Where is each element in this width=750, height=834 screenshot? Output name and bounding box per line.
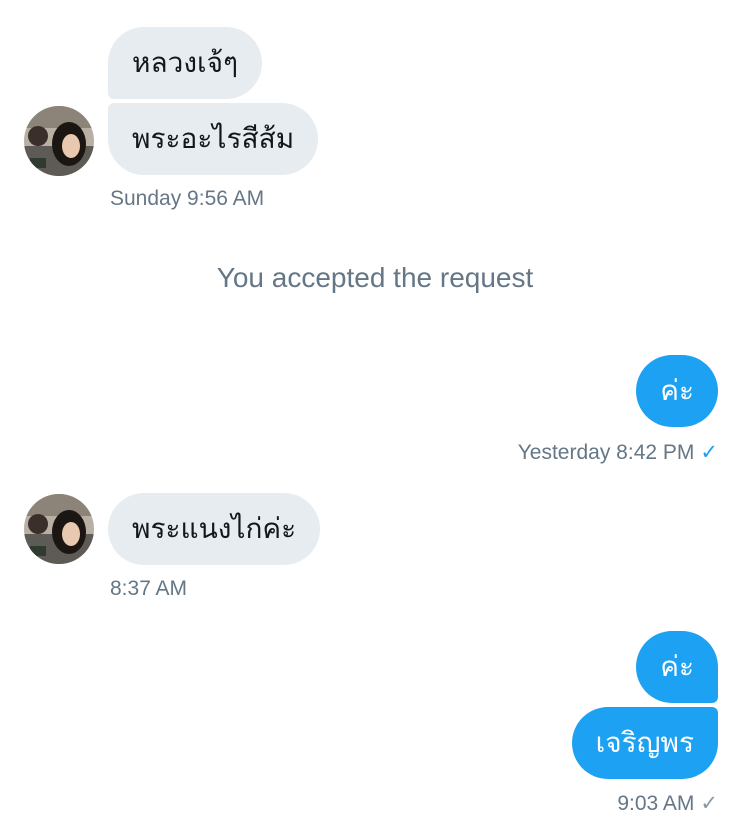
contact-avatar[interactable] [24,106,94,176]
message-timestamp: Yesterday 8:42 PM [517,441,695,464]
incoming-message-bubble[interactable]: พระอะไรสีส้ม [108,103,319,175]
incoming-message-bubble[interactable]: พระแนงไก่ค่ะ [108,493,321,565]
message-timestamp-row: Yesterday 8:42 PM ✓ [518,440,718,465]
message-timestamp-row: 9:03 AM ✓ [617,791,718,816]
message-timestamp: 9:03 AM [617,792,695,815]
request-accepted-notice: You accepted the request [216,262,534,293]
checkmark-icon: ✓ [700,792,718,815]
message-timestamp: 8:37 AM [110,577,188,600]
avatar-photo-icon [24,494,94,564]
outgoing-message-bubble[interactable]: ค่ะ [636,631,718,703]
avatar-photo-icon [24,106,94,176]
message-timestamp: Sunday 9:56 AM [110,187,265,210]
incoming-message-bubble[interactable]: หลวงเจ้ๆ [108,27,263,99]
outgoing-message-bubble[interactable]: เจริญพร [571,707,718,779]
outgoing-message-bubble[interactable]: ค่ะ [636,355,718,427]
contact-avatar[interactable] [24,494,94,564]
checkmark-icon: ✓ [700,441,718,464]
